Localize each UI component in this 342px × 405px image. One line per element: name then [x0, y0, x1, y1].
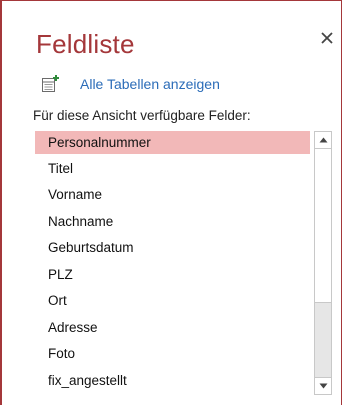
- table-add-icon: [42, 75, 59, 92]
- field-item-nachname[interactable]: Nachname: [35, 210, 310, 233]
- field-item-plz[interactable]: PLZ: [35, 263, 310, 286]
- show-all-tables-row[interactable]: Alle Tabellen anzeigen: [40, 73, 220, 95]
- show-all-tables-link[interactable]: Alle Tabellen anzeigen: [80, 76, 220, 92]
- arrow-up-icon: [319, 137, 327, 143]
- field-list-pane: Feldliste Alle Tabellen anzeigen Für die…: [0, 0, 342, 405]
- scroll-up-button[interactable]: [315, 132, 331, 149]
- scroll-down-button[interactable]: [315, 377, 331, 394]
- field-item-personalnummer[interactable]: Personalnummer: [35, 131, 310, 154]
- field-item-titel[interactable]: Titel: [35, 157, 310, 180]
- close-button[interactable]: [316, 27, 338, 49]
- pane-title: Feldliste: [36, 29, 135, 59]
- scrollbar-thumb[interactable]: [315, 149, 331, 303]
- vertical-scrollbar[interactable]: [314, 131, 332, 395]
- arrow-down-icon: [319, 383, 327, 389]
- field-item-foto[interactable]: Foto: [35, 342, 310, 365]
- field-item-geburtsdatum[interactable]: Geburtsdatum: [35, 236, 310, 259]
- field-item-vorname[interactable]: Vorname: [35, 183, 310, 206]
- close-icon: [321, 32, 333, 44]
- available-fields-heading: Für diese Ansicht verfügbare Felder:: [33, 108, 251, 123]
- field-item-fix-angestellt[interactable]: fix_angestellt: [35, 369, 310, 392]
- available-fields-list[interactable]: Personalnummer Titel Vorname Nachname Ge…: [35, 130, 335, 396]
- field-item-adresse[interactable]: Adresse: [35, 316, 310, 339]
- field-item-ort[interactable]: Ort: [35, 289, 310, 312]
